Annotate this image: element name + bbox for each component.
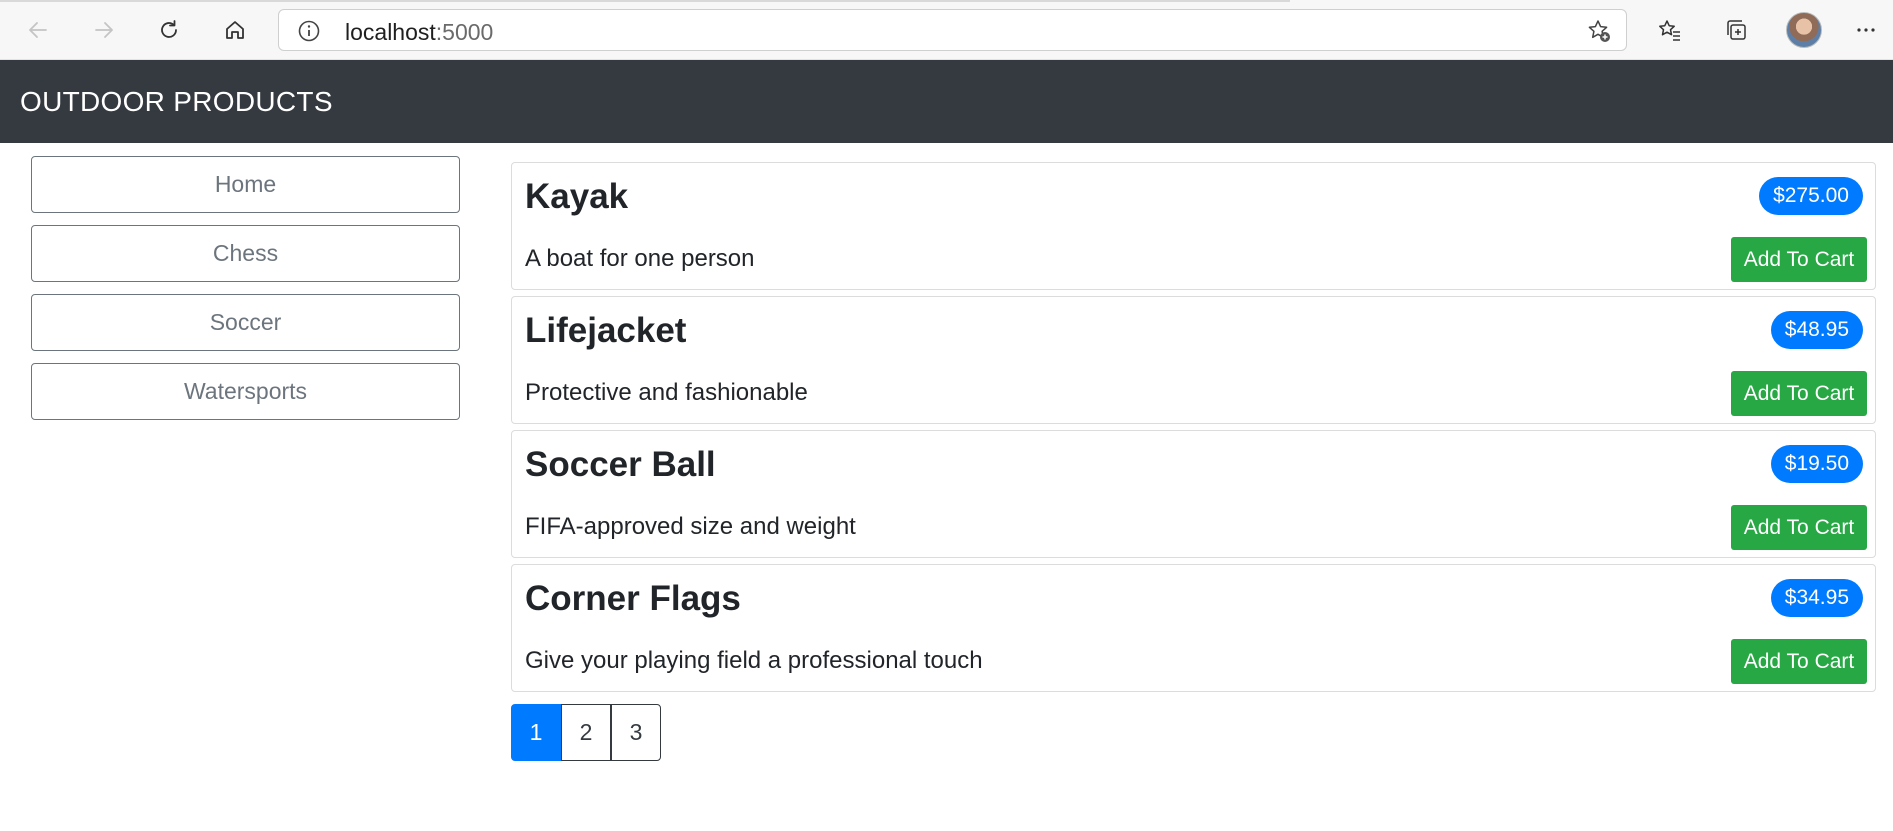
info-icon[interactable]	[297, 19, 321, 43]
add-to-cart-button[interactable]: Add To Cart	[1731, 639, 1867, 684]
page-button-2[interactable]: 2	[561, 704, 611, 761]
product-description: Protective and fashionable	[525, 379, 808, 406]
price-badge: $19.50	[1770, 445, 1863, 483]
page-button-1[interactable]: 1	[511, 704, 561, 761]
category-soccer-button[interactable]: Soccer	[31, 294, 460, 351]
product-description: Give your playing field a professional t…	[525, 647, 983, 674]
pagination: 1 2 3	[511, 704, 661, 761]
category-home-button[interactable]: Home	[31, 156, 460, 213]
browser-toolbar: localhost:5000	[0, 0, 1893, 60]
product-name: Kayak	[525, 177, 629, 216]
page-button-3[interactable]: 3	[611, 704, 661, 761]
refresh-icon[interactable]	[151, 12, 187, 48]
add-to-cart-button[interactable]: Add To Cart	[1731, 505, 1867, 550]
forward-arrow-icon[interactable]	[86, 12, 122, 48]
url-text: localhost:5000	[345, 19, 494, 45]
favorites-icon[interactable]	[1652, 12, 1688, 48]
add-to-cart-button[interactable]: Add To Cart	[1731, 371, 1867, 416]
back-arrow-icon[interactable]	[20, 12, 56, 48]
product-card: Kayak A boat for one person $275.00 Add …	[511, 162, 1876, 290]
product-name: Lifejacket	[525, 311, 687, 350]
product-name: Corner Flags	[525, 579, 741, 618]
site-navbar: OUTDOOR PRODUCTS	[0, 60, 1893, 143]
product-description: A boat for one person	[525, 245, 755, 272]
address-bar[interactable]: localhost:5000	[278, 9, 1627, 51]
product-name: Soccer Ball	[525, 445, 716, 484]
category-chess-button[interactable]: Chess	[31, 225, 460, 282]
brand-title[interactable]: OUTDOOR PRODUCTS	[20, 86, 333, 118]
profile-avatar[interactable]	[1786, 12, 1822, 48]
collections-icon[interactable]	[1718, 12, 1754, 48]
tab-strip-edge	[0, 0, 1290, 2]
add-to-cart-button[interactable]: Add To Cart	[1731, 237, 1867, 282]
product-description: FIFA-approved size and weight	[525, 513, 856, 540]
product-card: Soccer Ball FIFA-approved size and weigh…	[511, 430, 1876, 558]
product-card: Corner Flags Give your playing field a p…	[511, 564, 1876, 692]
home-icon[interactable]	[217, 12, 253, 48]
price-badge: $48.95	[1770, 311, 1863, 349]
star-plus-icon[interactable]	[1586, 18, 1612, 44]
more-icon[interactable]	[1848, 12, 1884, 48]
price-badge: $34.95	[1770, 579, 1863, 617]
price-badge: $275.00	[1759, 177, 1863, 215]
category-watersports-button[interactable]: Watersports	[31, 363, 460, 420]
product-card: Lifejacket Protective and fashionable $4…	[511, 296, 1876, 424]
